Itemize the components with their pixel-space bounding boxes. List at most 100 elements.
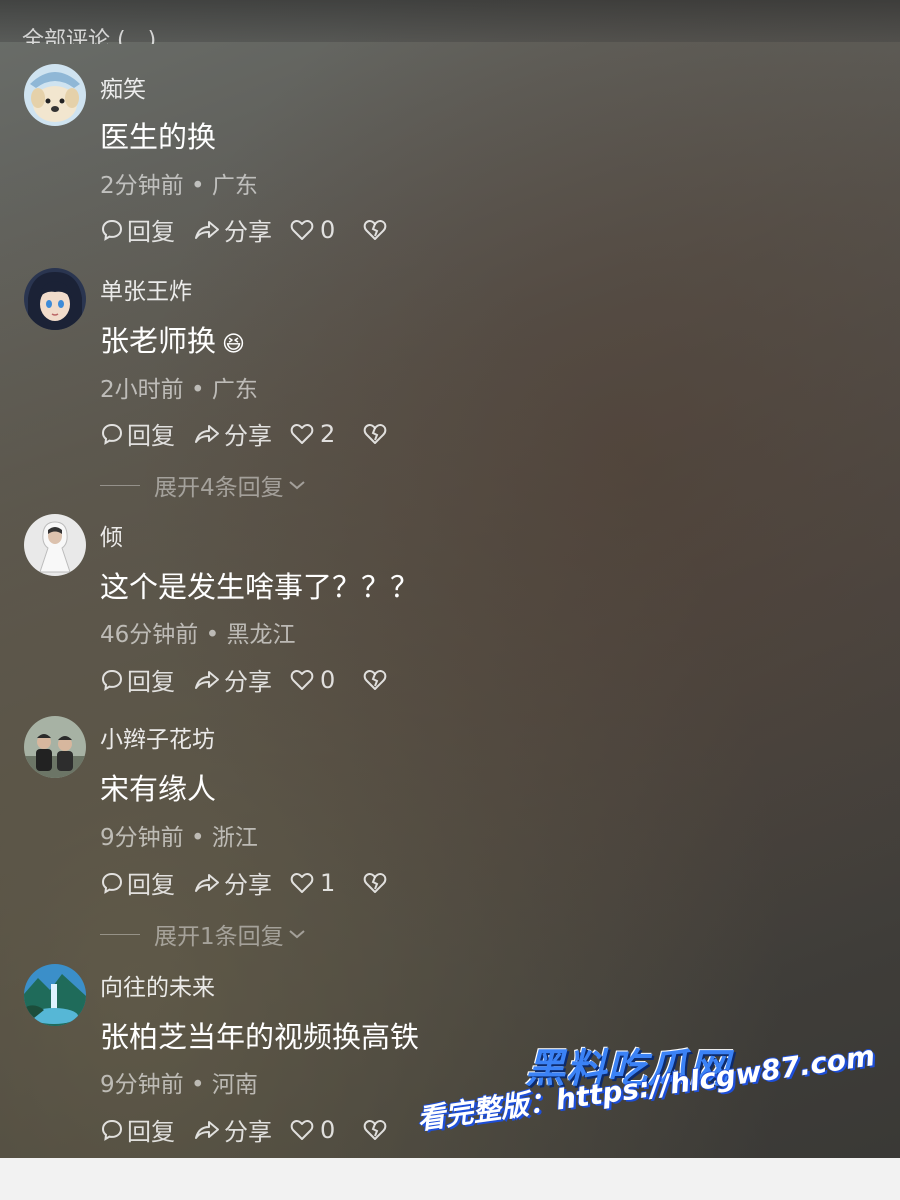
heart-icon — [290, 1119, 314, 1140]
share-button[interactable]: 分享 — [193, 416, 272, 451]
expand-replies-button[interactable]: 展开1条回复 — [100, 917, 306, 951]
heart-icon — [290, 872, 314, 893]
comment-meta: 2分钟前 • 广东 — [100, 166, 258, 200]
comment-time: 46分钟前 — [100, 622, 199, 648]
reply-button[interactable]: 回复 — [100, 662, 175, 697]
share-label: 分享 — [224, 1118, 272, 1146]
meta-separator: • — [183, 173, 212, 199]
broken-heart-icon — [363, 669, 387, 690]
like-count: 0 — [320, 1115, 336, 1144]
reply-icon — [101, 219, 123, 241]
avatar[interactable] — [24, 514, 86, 576]
comment-time: 9分钟前 — [100, 825, 184, 851]
divider-line — [100, 484, 140, 486]
broken-heart-icon — [363, 872, 387, 893]
like-button[interactable]: 0 — [290, 1116, 335, 1144]
reply-icon — [101, 1119, 123, 1141]
share-icon — [195, 1120, 219, 1139]
figure-avatar-icon — [24, 514, 86, 576]
meta-separator: • — [198, 622, 227, 648]
broken-heart-icon — [363, 1119, 387, 1140]
comment-actions: 回复 分享 0 — [100, 662, 408, 697]
heart-icon — [290, 669, 314, 690]
share-button[interactable]: 分享 — [193, 212, 272, 247]
like-button[interactable]: 0 — [290, 216, 335, 244]
watermark: 黑料吃瓜网 看完整版：https://hlcgw87.com — [415, 1036, 890, 1186]
username[interactable]: 倾 — [100, 518, 123, 552]
heart-icon — [290, 219, 314, 240]
dislike-button[interactable] — [363, 872, 390, 894]
anime-avatar-icon — [24, 268, 86, 330]
heart-icon — [290, 423, 314, 444]
comment-time: 2分钟前 — [100, 173, 184, 199]
broken-heart-icon — [363, 423, 387, 444]
comment-location: 浙江 — [211, 825, 258, 851]
comment-actions: 回复 分享 2 — [100, 416, 408, 451]
username[interactable]: 单张王炸 — [100, 272, 192, 306]
comment-time: 2小时前 — [100, 377, 184, 403]
avatar[interactable] — [24, 268, 86, 330]
comment-meta: 2小时前 • 广东 — [100, 370, 258, 404]
share-button[interactable]: 分享 — [193, 662, 272, 697]
comment-time: 9分钟前 — [100, 1072, 184, 1098]
chevron-down-icon — [288, 481, 305, 490]
comment-meta: 9分钟前 • 河南 — [100, 1065, 258, 1099]
comment-text: 这个是发生啥事了？？？ — [100, 570, 420, 604]
expand-replies-button[interactable]: 展开4条回复 — [100, 468, 306, 502]
meta-separator: • — [183, 825, 212, 851]
expand-replies-label: 展开4条回复 — [154, 475, 284, 501]
comment-location: 河南 — [211, 1072, 258, 1098]
share-label: 分享 — [224, 871, 272, 899]
share-label: 分享 — [224, 422, 272, 450]
comment-text: 宋有缘人 — [100, 772, 217, 806]
avatar[interactable] — [24, 964, 86, 1026]
comment-actions: 回复 分享 1 — [100, 865, 408, 900]
share-icon — [195, 873, 219, 892]
comment-meta: 9分钟前 • 浙江 — [100, 818, 258, 852]
share-label: 分享 — [224, 218, 272, 246]
reply-icon — [101, 669, 123, 691]
share-button[interactable]: 分享 — [193, 865, 272, 900]
meta-separator: • — [183, 377, 212, 403]
chevron-down-icon — [288, 930, 305, 939]
share-button[interactable]: 分享 — [193, 1112, 272, 1147]
broken-heart-icon — [363, 219, 387, 240]
like-button[interactable]: 1 — [290, 869, 335, 897]
dog-avatar-icon — [24, 64, 86, 126]
comment-location: 广东 — [211, 173, 258, 199]
dislike-button[interactable] — [363, 669, 390, 691]
reply-icon — [101, 423, 123, 445]
like-count: 2 — [320, 419, 336, 448]
username[interactable]: 向往的未来 — [100, 968, 215, 1002]
comment-text: 张柏芝当年的视频换高铁 — [100, 1020, 420, 1054]
reply-button[interactable]: 回复 — [100, 416, 175, 451]
comment-location: 广东 — [211, 377, 258, 403]
meta-separator: • — [183, 1072, 212, 1098]
like-count: 0 — [320, 215, 336, 244]
dislike-button[interactable] — [363, 1119, 390, 1141]
reply-label: 回复 — [127, 871, 175, 899]
reply-button[interactable]: 回复 — [100, 1112, 175, 1147]
reply-label: 回复 — [127, 1118, 175, 1146]
landscape-avatar-icon — [24, 964, 86, 1026]
like-button[interactable]: 2 — [290, 420, 335, 448]
dislike-button[interactable] — [363, 423, 390, 445]
comment-text: 医生的换 — [100, 120, 217, 154]
share-icon — [195, 424, 219, 443]
avatar[interactable] — [24, 64, 86, 126]
comment-actions: 回复 分享 0 — [100, 1112, 408, 1147]
avatar[interactable] — [24, 716, 86, 778]
kids-avatar-icon — [24, 716, 86, 778]
reply-button[interactable]: 回复 — [100, 212, 175, 247]
reply-label: 回复 — [127, 218, 175, 246]
share-icon — [195, 220, 219, 239]
dislike-button[interactable] — [363, 219, 390, 241]
like-button[interactable]: 0 — [290, 666, 335, 694]
comment-meta: 46分钟前 • 黑龙江 — [100, 615, 295, 649]
share-label: 分享 — [224, 668, 272, 696]
comment-actions: 回复 分享 0 — [100, 212, 408, 247]
username[interactable]: 痴笑 — [100, 70, 146, 104]
reply-label: 回复 — [127, 422, 175, 450]
username[interactable]: 小辫子花坊 — [100, 720, 215, 754]
reply-button[interactable]: 回复 — [100, 865, 175, 900]
